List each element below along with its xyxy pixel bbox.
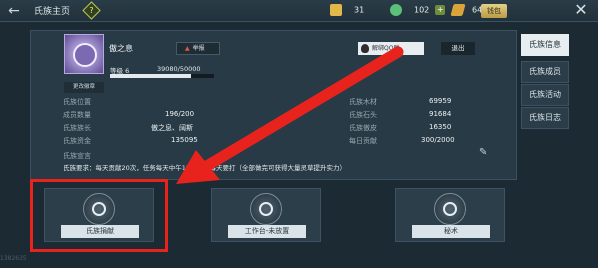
annotation-arrow xyxy=(176,46,404,184)
player-id: 1382635 xyxy=(0,255,27,262)
